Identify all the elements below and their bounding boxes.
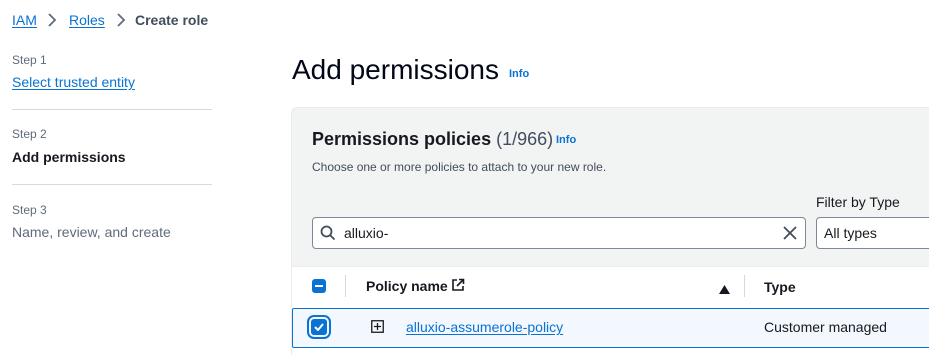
permissions-title: Permissions policies (1/966) xyxy=(312,128,553,150)
permissions-description: Choose one or more policies to attach to… xyxy=(312,160,607,174)
table-body-bottom xyxy=(292,348,929,355)
step-2-number: Step 2 xyxy=(12,127,47,141)
column-separator xyxy=(345,275,346,297)
breadcrumb-current: Create role xyxy=(135,12,209,28)
permissions-title-text: Permissions policies xyxy=(312,129,492,149)
checkmark-icon xyxy=(314,323,324,331)
filter-type-value: All types xyxy=(824,225,877,241)
column-header-type[interactable]: Type xyxy=(764,278,796,296)
step-1-link[interactable]: Select trusted entity xyxy=(12,72,135,92)
page-info-link[interactable]: Info xyxy=(509,68,529,80)
breadcrumb-roles-link[interactable]: Roles xyxy=(69,10,105,30)
permissions-info-link[interactable]: Info xyxy=(556,134,576,146)
step-3-number: Step 3 xyxy=(12,203,47,217)
search-icon xyxy=(320,225,336,246)
clear-search-icon[interactable] xyxy=(782,225,798,246)
breadcrumb-iam-link[interactable]: IAM xyxy=(12,10,37,30)
column-header-policy-name-label: Policy name xyxy=(366,278,448,294)
filter-type-label: Filter by Type xyxy=(816,194,900,210)
step-3-label: Name, review, and create xyxy=(12,224,171,240)
step-1-number: Step 1 xyxy=(12,53,47,67)
policy-name-link[interactable]: alluxio-assumerole-policy xyxy=(406,318,563,336)
step-divider xyxy=(12,109,212,110)
external-link-icon xyxy=(451,278,465,297)
policy-type: Customer managed xyxy=(764,319,887,335)
sort-ascending-icon[interactable] xyxy=(719,281,730,299)
permissions-count: (1/966) xyxy=(496,129,554,149)
page-title: Add permissions xyxy=(292,54,499,85)
step-2-current: Add permissions xyxy=(12,149,126,165)
search-input-value: alluxio- xyxy=(344,225,389,241)
expand-icon[interactable] xyxy=(371,320,384,338)
chevron-right-icon xyxy=(47,13,57,27)
chevron-right-icon xyxy=(116,13,126,27)
column-header-policy-name[interactable]: Policy name xyxy=(366,277,448,295)
indeterminate-icon xyxy=(315,285,323,287)
step-divider xyxy=(12,184,212,185)
select-all-checkbox[interactable] xyxy=(312,279,326,293)
row-checkbox[interactable] xyxy=(307,315,331,339)
column-separator xyxy=(744,275,745,297)
